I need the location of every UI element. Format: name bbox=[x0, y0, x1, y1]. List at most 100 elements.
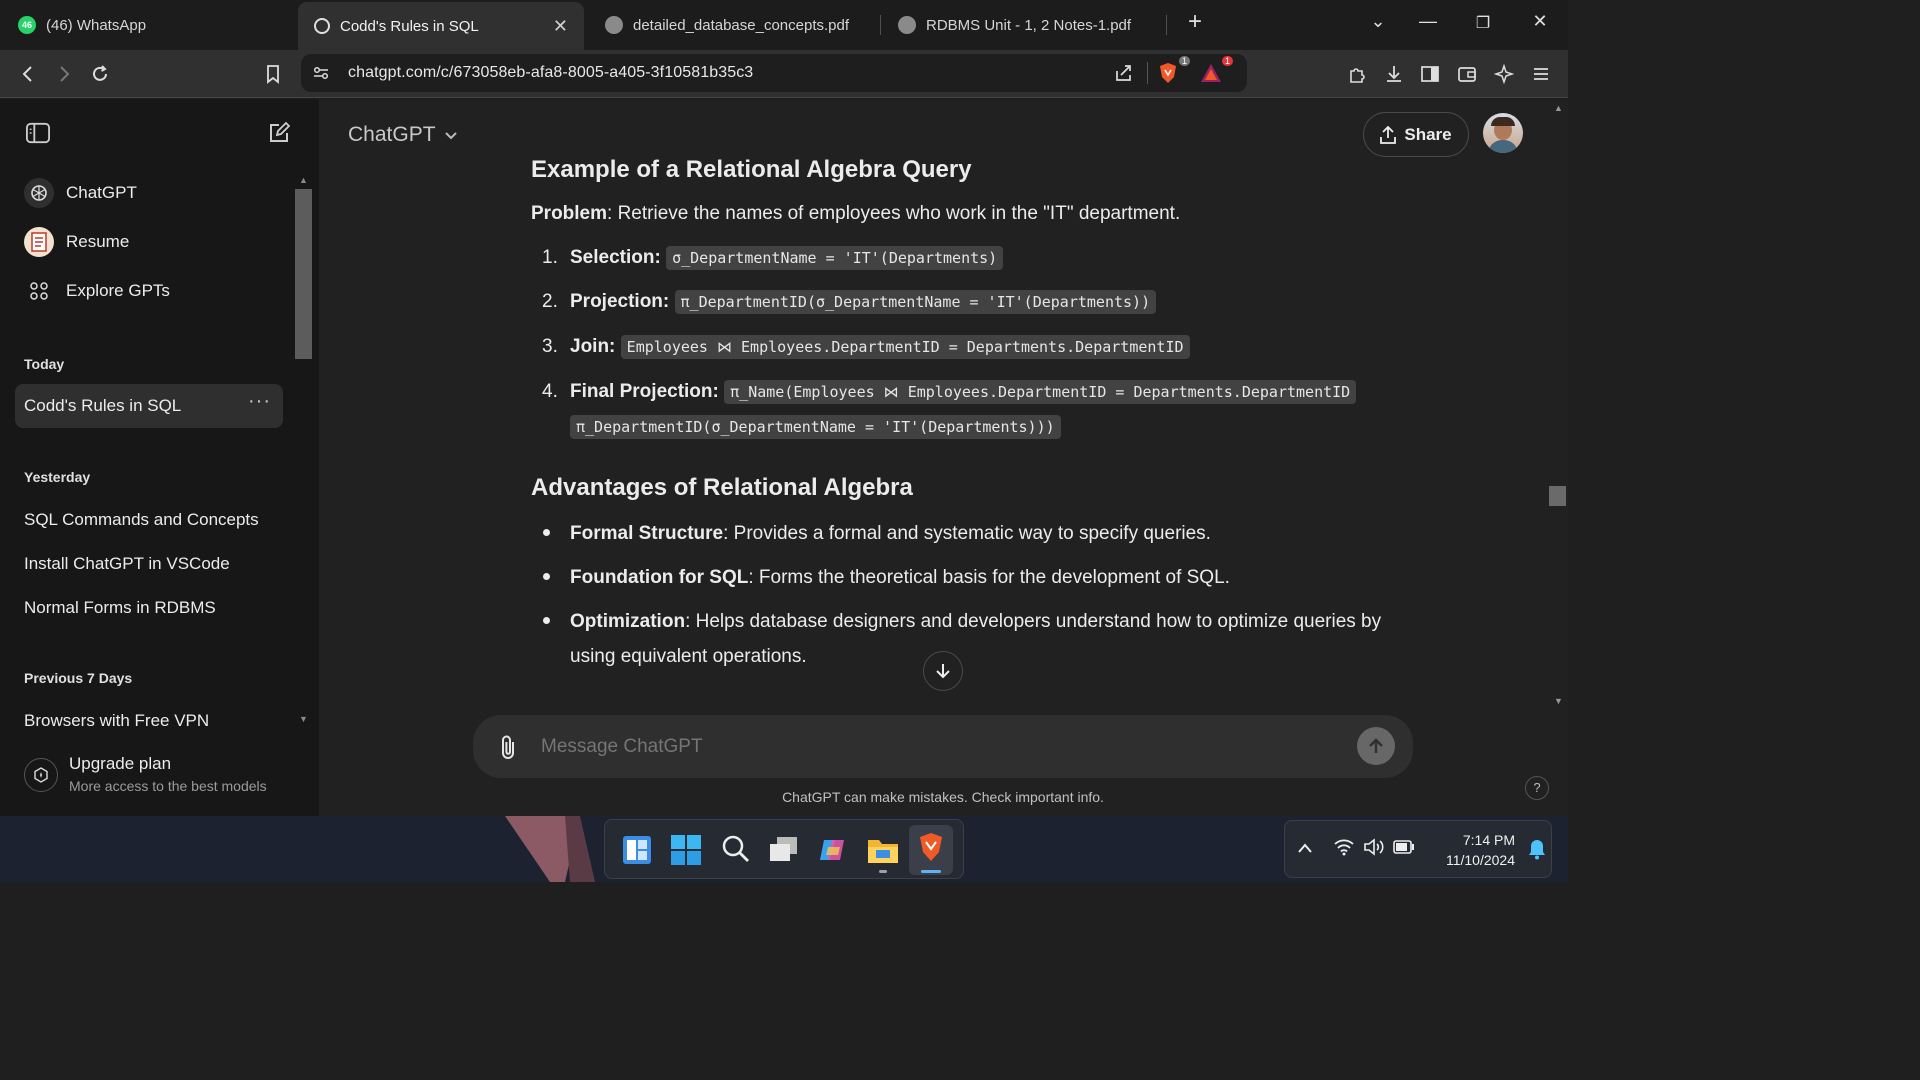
help-icon[interactable]: ? bbox=[1525, 776, 1549, 800]
back-icon[interactable] bbox=[16, 62, 40, 86]
arrow-up-icon bbox=[1369, 738, 1383, 753]
clock[interactable]: 7:14 PM 11/10/2024 bbox=[1425, 830, 1515, 870]
step-number: 1. bbox=[542, 247, 558, 268]
send-button[interactable] bbox=[1357, 727, 1395, 765]
bullet-dot bbox=[543, 617, 550, 624]
share-button[interactable]: Share bbox=[1363, 112, 1469, 157]
brave-shields-icon[interactable]: 1 bbox=[1156, 56, 1190, 85]
new-chat-icon[interactable] bbox=[267, 121, 291, 145]
step-number: 4. bbox=[542, 381, 558, 402]
close-window-icon[interactable]: ✕ bbox=[1525, 11, 1555, 32]
shields-badge: 1 bbox=[1178, 56, 1190, 66]
site-settings-icon[interactable] bbox=[309, 61, 333, 85]
sidebar-chat-item[interactable]: Browsers with Free VPN bbox=[24, 711, 209, 731]
restore-icon[interactable]: ❐ bbox=[1468, 13, 1498, 33]
notification-bell-icon[interactable] bbox=[1528, 838, 1546, 865]
avatar[interactable] bbox=[1483, 113, 1523, 153]
upgrade-subtitle: More access to the best models bbox=[69, 778, 267, 794]
tab-title: RDBMS Unit - 1, 2 Notes-1.pdf bbox=[926, 16, 1132, 34]
sidebar-toggle-icon[interactable] bbox=[1418, 62, 1442, 86]
browser-toolbar: chatgpt.com/c/673058eb-afa8-8005-a405-3f… bbox=[0, 50, 1568, 98]
forward-icon[interactable] bbox=[52, 62, 76, 86]
scroll-down-icon[interactable]: ▼ bbox=[1554, 696, 1563, 706]
scroll-up-icon[interactable]: ▲ bbox=[1554, 103, 1563, 113]
step-label: Final Projection: bbox=[570, 381, 719, 402]
advantage-text-continued: using equivalent operations. bbox=[570, 646, 807, 667]
tab-divider bbox=[1166, 15, 1167, 35]
attach-icon[interactable] bbox=[499, 734, 519, 765]
scrollbar-thumb[interactable] bbox=[1549, 486, 1566, 506]
browser-tab-strip: 46 (46) WhatsApp Codd's Rules in SQL ✕ d… bbox=[0, 0, 1568, 50]
wallet-icon[interactable] bbox=[1455, 62, 1479, 86]
clock-time: 7:14 PM bbox=[1462, 832, 1515, 848]
scroll-up-icon[interactable]: ▲ bbox=[299, 175, 308, 185]
battery-icon[interactable] bbox=[1393, 840, 1415, 859]
widgets-icon[interactable] bbox=[623, 836, 651, 864]
volume-icon[interactable] bbox=[1363, 838, 1385, 861]
disclaimer-text: ChatGPT can make mistakes. Check importa… bbox=[782, 789, 1104, 805]
chevron-down-icon bbox=[444, 132, 457, 140]
arrow-down-icon bbox=[936, 664, 950, 679]
reload-icon[interactable] bbox=[88, 62, 112, 86]
tab-title: (46) WhatsApp bbox=[46, 16, 147, 34]
show-hidden-icons-icon[interactable] bbox=[1297, 841, 1313, 859]
sidebar-item-active[interactable]: Codd's Rules in SQL ··· bbox=[15, 384, 283, 428]
step-label: Projection: bbox=[570, 291, 670, 312]
tab-detailed-database-concepts[interactable]: detailed_database_concepts.pdf bbox=[605, 4, 865, 46]
scroll-to-bottom-button[interactable] bbox=[923, 651, 963, 691]
windows-start-icon[interactable] bbox=[671, 835, 701, 865]
sidebar-item-chatgpt[interactable]: ChatGPT bbox=[24, 178, 137, 208]
advantage-item: Optimization: Helps database designers a… bbox=[570, 607, 1410, 636]
minimize-icon[interactable]: — bbox=[1413, 11, 1443, 32]
download-icon[interactable] bbox=[1382, 62, 1406, 86]
upgrade-title: Upgrade plan bbox=[69, 754, 172, 773]
copilot-icon[interactable] bbox=[818, 835, 848, 870]
section-heading-today: Today bbox=[24, 356, 65, 372]
tab-search-chevron-icon[interactable]: ⌄ bbox=[1363, 11, 1393, 32]
upgrade-plan-button[interactable]: Upgrade plan More access to the best mod… bbox=[24, 750, 284, 800]
message-input[interactable] bbox=[541, 733, 1321, 761]
divider bbox=[1147, 62, 1148, 84]
share-page-icon[interactable] bbox=[1112, 61, 1136, 85]
address-bar[interactable]: chatgpt.com/c/673058eb-afa8-8005-a405-3f… bbox=[301, 54, 1247, 92]
advantage-text: : Helps database designers and developer… bbox=[685, 611, 1382, 632]
step-code: Employees ⋈ Employees.DepartmentID = Dep… bbox=[620, 335, 1190, 359]
menu-icon[interactable] bbox=[1529, 62, 1553, 86]
bookmark-icon[interactable] bbox=[261, 62, 285, 86]
more-options-icon[interactable]: ··· bbox=[248, 390, 271, 413]
model-selector[interactable]: ChatGPT bbox=[348, 123, 458, 147]
task-view-icon[interactable] bbox=[769, 836, 799, 869]
advantage-item: Foundation for SQL: Forms the theoretica… bbox=[570, 563, 1410, 592]
close-tab-icon[interactable]: ✕ bbox=[553, 16, 568, 37]
sidebar-scrollbar[interactable] bbox=[295, 189, 312, 359]
leo-ai-icon[interactable] bbox=[1492, 62, 1516, 86]
tab-codds-rules[interactable]: Codd's Rules in SQL ✕ bbox=[298, 2, 584, 50]
tab-title: Codd's Rules in SQL bbox=[340, 17, 479, 35]
sidebar-chat-item[interactable]: Normal Forms in RDBMS bbox=[24, 598, 216, 618]
main-scrollbar[interactable]: ▲ ▼ bbox=[1549, 99, 1568, 816]
wifi-icon[interactable] bbox=[1333, 838, 1355, 861]
tab-rdbms-notes[interactable]: RDBMS Unit - 1, 2 Notes-1.pdf bbox=[898, 4, 1158, 46]
tab-whatsapp[interactable]: 46 (46) WhatsApp bbox=[18, 4, 288, 46]
close-sidebar-icon[interactable] bbox=[26, 121, 50, 145]
tab-divider bbox=[880, 15, 881, 35]
step-number: 3. bbox=[542, 336, 558, 357]
sidebar-chat-item[interactable]: SQL Commands and Concepts bbox=[24, 510, 259, 530]
file-explorer-icon[interactable] bbox=[867, 836, 899, 873]
extensions-icon[interactable] bbox=[1345, 62, 1369, 86]
brave-browser-taskbar-button[interactable] bbox=[909, 825, 953, 875]
advantage-label: Formal Structure bbox=[570, 523, 724, 544]
sidebar-item-explore-gpts[interactable]: Explore GPTs bbox=[24, 276, 170, 306]
new-tab-icon[interactable]: + bbox=[1180, 8, 1210, 36]
cut-section-heading: Example of a Relational Algebra Query bbox=[531, 156, 972, 183]
brave-rewards-icon[interactable]: 1 bbox=[1199, 56, 1233, 85]
bullet-dot bbox=[543, 529, 550, 536]
advantage-text: : Provides a formal and systematic way t… bbox=[723, 523, 1211, 544]
problem-text: : Retrieve the names of employees who wo… bbox=[607, 203, 1181, 224]
search-icon[interactable] bbox=[721, 834, 751, 869]
step-code: π_DepartmentID(σ_DepartmentName = 'IT'(D… bbox=[674, 290, 1157, 314]
sidebar-chat-item[interactable]: Install ChatGPT in VSCode bbox=[24, 554, 230, 574]
scroll-down-icon[interactable]: ▼ bbox=[299, 714, 308, 724]
sidebar-item-resume[interactable]: Resume bbox=[24, 227, 129, 257]
rewards-badge: 1 bbox=[1221, 56, 1233, 66]
